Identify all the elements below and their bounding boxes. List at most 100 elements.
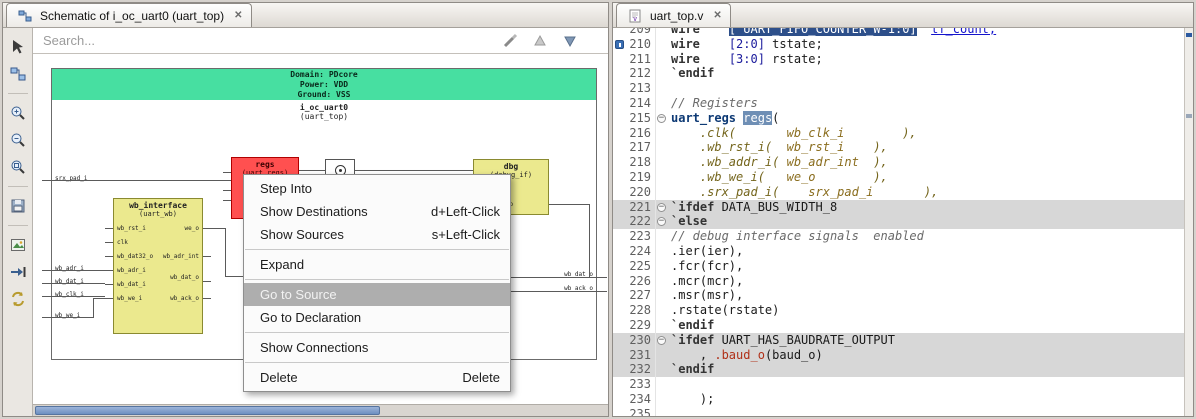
marker-column — [613, 407, 627, 416]
line-number: 231 — [629, 347, 651, 362]
code-text: // debug interface signals enabled — [671, 229, 924, 244]
refresh-icon[interactable] — [8, 289, 28, 309]
code-line-232[interactable]: 232 `endif — [613, 362, 1193, 378]
export-image-icon[interactable] — [8, 235, 28, 255]
marker-column — [613, 37, 627, 52]
clear-search-icon[interactable] — [500, 31, 520, 51]
verilog-file-icon: v — [625, 6, 645, 26]
wire — [203, 228, 225, 229]
overview-ruler[interactable] — [1184, 28, 1193, 416]
code-line-210[interactable]: 210 wire [2:0] tstate; — [613, 36, 1193, 52]
menu-item-go-to-declaration[interactable]: Go to Declaration — [244, 306, 510, 329]
schematic-canvas[interactable]: Domain: PDcore Power: VDD Ground: VSS i_… — [33, 54, 608, 404]
fold-collapse-icon[interactable]: − — [657, 202, 666, 212]
code-line-221[interactable]: 221− `ifdef DATA_BUS_WIDTH_8 — [613, 199, 1193, 215]
code-line-222[interactable]: 222− `else — [613, 214, 1193, 230]
code-text: .msr(msr), — [671, 288, 744, 303]
tab-uart-top-v[interactable]: v uart_top.v ✕ — [616, 3, 731, 27]
code-line-224[interactable]: 224 .ier(ier), — [613, 243, 1193, 259]
marker-column — [613, 362, 627, 377]
close-icon[interactable]: ✕ — [234, 10, 242, 21]
code-line-228[interactable]: 228 .rstate(rstate) — [613, 303, 1193, 318]
zoom-in-icon[interactable] — [8, 103, 28, 123]
select-tool-icon[interactable] — [8, 37, 28, 57]
code-line-216[interactable]: 216 .clk( wb_clk_i ), — [613, 125, 1193, 141]
line-number: 234 — [629, 391, 651, 406]
toolbar-separator — [7, 186, 28, 187]
horizontal-scrollbar[interactable] — [33, 404, 608, 416]
pin-wb-rst-i: wb_rst_i — [117, 225, 146, 232]
zoom-fit-icon[interactable] — [8, 157, 28, 177]
tab-schematic[interactable]: Schematic of i_oc_uart0 (uart_top) ✕ — [6, 3, 252, 27]
code-line-229[interactable]: 229 `endif — [613, 317, 1193, 333]
fold-collapse-icon[interactable]: − — [657, 335, 666, 345]
code-text: `endif — [671, 317, 715, 332]
block-uart-wb[interactable]: wb_interface (uart_wb) wb_rst_i clk wb_d… — [113, 198, 203, 334]
menu-item-delete[interactable]: Delete Delete — [244, 366, 510, 389]
code-line-214[interactable]: 214 // Registers — [613, 95, 1193, 111]
line-number: 213 — [629, 81, 651, 96]
goto-source-icon[interactable] — [8, 262, 28, 282]
ruler-mark[interactable] — [1186, 33, 1192, 37]
marker-column — [613, 214, 627, 229]
code-line-235[interactable]: 235 — [613, 406, 1193, 416]
arrow-up-icon[interactable] — [530, 31, 550, 51]
code-editor[interactable]: 209 wire [`UART_FIFO_COUNTER_W-1:0] tf_co… — [613, 28, 1193, 416]
pin-wb-we-i: wb_we_i — [117, 295, 143, 302]
wire — [52, 270, 105, 271]
marker-column — [613, 155, 627, 170]
menu-item-go-to-source[interactable]: Go to Source — [244, 283, 510, 306]
fold-collapse-icon[interactable]: − — [657, 217, 666, 227]
schematic-icon — [15, 6, 35, 26]
code-line-218[interactable]: 218 .wb_addr_i( wb_adr_int ), — [613, 155, 1193, 170]
arrow-down-icon[interactable] — [560, 31, 580, 51]
code-line-220[interactable]: 220 .srx_pad_i( srx_pad_i ), — [613, 184, 1193, 200]
fold-column — [655, 155, 668, 170]
code-line-227[interactable]: 227 .msr(msr), — [613, 288, 1193, 304]
marker-column — [613, 333, 627, 348]
pin-wb-adr-i: wb_adr_i — [117, 267, 146, 274]
schematic-grid-icon[interactable] — [8, 64, 28, 84]
code-line-230[interactable]: 230− `ifdef UART_HAS_BAUDRATE_OUTPUT — [613, 332, 1193, 348]
code-line-211[interactable]: 211 wire [3:0] rstate; — [613, 51, 1193, 67]
wire — [52, 317, 93, 318]
fold-column — [655, 140, 668, 156]
code-line-226[interactable]: 226 .mcr(mcr), — [613, 273, 1193, 289]
code-line-212[interactable]: 212 `endif — [613, 66, 1193, 82]
code-line-233[interactable]: 233 — [613, 377, 1193, 392]
code-text: .mcr(mcr), — [671, 273, 744, 288]
power-domain-header: Domain: PDcore Power: VDD Ground: VSS — [52, 69, 596, 100]
menu-item-expand[interactable]: Expand — [244, 253, 510, 276]
code-line-234[interactable]: 234 ); — [613, 391, 1193, 407]
left-tabbar: Schematic of i_oc_uart0 (uart_top) ✕ — [3, 3, 608, 28]
menu-item-step-into[interactable]: Step Into — [244, 177, 510, 200]
code-line-223[interactable]: 223 // debug interface signals enabled — [613, 229, 1193, 244]
menu-item-show-destinations[interactable]: Show Destinations d+Left-Click — [244, 200, 510, 223]
ruler-mark[interactable] — [1186, 114, 1192, 118]
search-input[interactable] — [43, 33, 443, 48]
save-icon[interactable] — [8, 196, 28, 216]
marker-column — [613, 288, 627, 303]
code-text: `ifdef UART_HAS_BAUDRATE_OUTPUT — [671, 332, 895, 347]
code-line-217[interactable]: 217 .wb_rst_i( wb_rst_i ), — [613, 140, 1193, 156]
code-line-225[interactable]: 225 .fcr(fcr), — [613, 258, 1193, 274]
pin-wb-dat-i: wb_dat_i — [117, 281, 146, 288]
menu-item-show-sources[interactable]: Show Sources s+Left-Click — [244, 223, 510, 246]
fold-collapse-icon[interactable]: − — [657, 113, 666, 123]
close-icon[interactable]: ✕ — [713, 10, 721, 21]
code-line-219[interactable]: 219 .wb_we_i( we_o ), — [613, 169, 1193, 185]
code-line-215[interactable]: 215− uart_regs regs( — [613, 110, 1193, 126]
marker-column — [613, 52, 627, 67]
fold-column — [655, 258, 668, 274]
scrollbar-thumb[interactable] — [35, 406, 380, 415]
marker-column — [613, 274, 627, 289]
code-line-231[interactable]: 231 , .baud_o(baud_o) — [613, 347, 1193, 363]
menu-item-show-connections[interactable]: Show Connections — [244, 336, 510, 359]
zoom-out-icon[interactable] — [8, 130, 28, 150]
code-line-213[interactable]: 213 — [613, 81, 1193, 96]
power-line: Power: VDD — [299, 80, 349, 89]
wire — [355, 170, 473, 171]
code-line-209[interactable]: 209 wire [`UART_FIFO_COUNTER_W-1:0] tf_co… — [613, 28, 1193, 37]
wire — [52, 296, 105, 297]
marker-column — [613, 244, 627, 259]
